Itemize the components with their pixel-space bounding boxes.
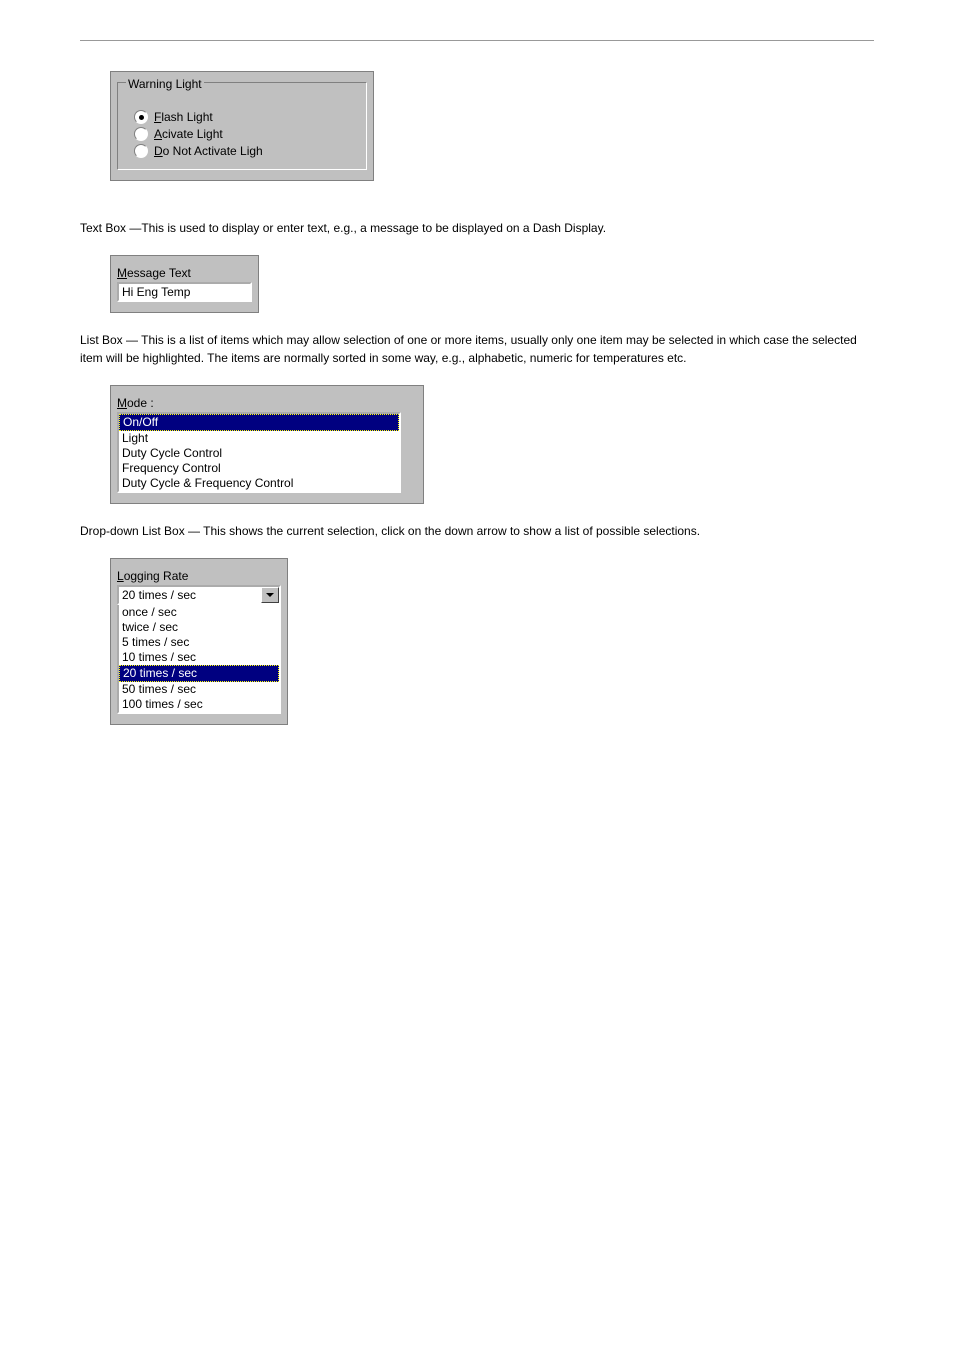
list-item[interactable]: 5 times / sec [119,635,279,650]
warning-light-fieldset: Warning Light Flash Light Acivate Light … [117,82,367,170]
list-item[interactable]: Light [119,431,399,446]
dropdown-description: Drop-down List Box — This shows the curr… [80,522,874,540]
page-divider [80,40,874,41]
warning-light-legend: Warning Light [126,77,204,91]
list-item[interactable]: 20 times / sec [119,665,279,682]
mode-panel: Mode : On/Off Light Duty Cycle Control F… [110,385,424,504]
combo-current-value: 20 times / sec [119,587,261,603]
radio-icon [134,144,148,158]
radio-icon [134,127,148,141]
list-item[interactable]: 10 times / sec [119,650,279,665]
list-item[interactable]: Duty Cycle & Frequency Control [119,476,399,491]
radio-activate-light[interactable]: Acivate Light [134,127,358,141]
list-item[interactable]: Frequency Control [119,461,399,476]
warning-light-panel: Warning Light Flash Light Acivate Light … [110,71,374,181]
list-item[interactable]: 50 times / sec [119,682,279,697]
listbox-description: List Box — This is a list of items which… [80,331,874,367]
message-text-input[interactable] [117,282,252,302]
radio-do-not-activate[interactable]: Do Not Activate Ligh [134,144,358,158]
radio-icon [134,110,148,124]
logging-rate-panel: Logging Rate 20 times / sec once / sec t… [110,558,288,725]
logging-rate-combo[interactable]: 20 times / sec [117,585,281,605]
list-item[interactable]: twice / sec [119,620,279,635]
message-text-label: Message Text [117,266,252,280]
list-item[interactable]: once / sec [119,605,279,620]
message-text-panel: Message Text [110,255,259,313]
mode-listbox[interactable]: On/Off Light Duty Cycle Control Frequenc… [117,412,401,493]
list-item[interactable]: On/Off [119,414,399,431]
list-item[interactable]: Duty Cycle Control [119,446,399,461]
logging-rate-label: Logging Rate [117,569,281,583]
textbox-description: Text Box —This is used to display or ent… [80,219,874,237]
logging-rate-options[interactable]: once / sec twice / sec 5 times / sec 10 … [117,605,281,714]
radio-flash-light[interactable]: Flash Light [134,110,358,124]
chevron-down-icon[interactable] [261,587,279,603]
mode-label: Mode : [117,396,417,410]
list-item[interactable]: 100 times / sec [119,697,279,712]
